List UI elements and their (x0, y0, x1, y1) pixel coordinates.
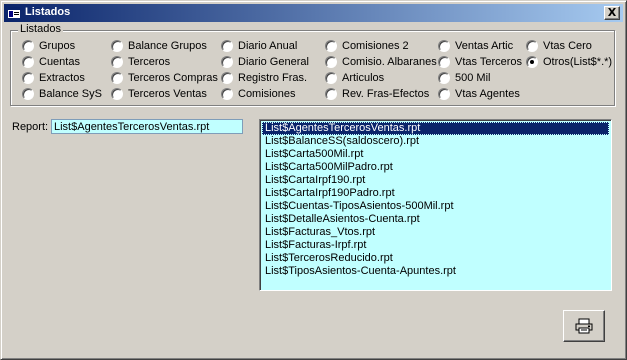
title-bar[interactable]: Listados X (4, 4, 623, 22)
radio-button-icon[interactable] (111, 72, 123, 84)
radio-option[interactable]: Diario General (221, 55, 309, 69)
radio-option-label: Terceros Ventas (128, 88, 207, 100)
radio-option[interactable]: Vtas Terceros (438, 55, 522, 69)
radio-option[interactable]: Terceros Compras (111, 71, 218, 85)
list-item[interactable]: List$Facturas-Irpf.rpt (262, 239, 609, 252)
radio-button-icon[interactable] (526, 40, 538, 52)
list-item[interactable]: List$Cuentas-TiposAsientos-500Mil.rpt (262, 200, 609, 213)
radio-button-icon[interactable] (111, 40, 123, 52)
printer-icon (575, 318, 593, 334)
report-file-list[interactable]: List$AgentesTercerosVentas.rpt List$Balan… (259, 119, 612, 291)
radio-option[interactable]: Rev. Fras-Efectos (325, 87, 429, 101)
radio-option-label: Vtas Terceros (455, 56, 523, 68)
radio-option-label: Balance Grupos (128, 40, 207, 52)
radio-option[interactable]: Balance SyS (22, 87, 102, 101)
radio-button-icon[interactable] (22, 56, 34, 68)
list-item[interactable]: List$CartaIrpf190Padro.rpt (262, 187, 609, 200)
radio-option[interactable]: Extractos (22, 71, 85, 85)
radio-button-icon[interactable] (438, 56, 450, 68)
list-item[interactable]: List$Facturas_Vtos.rpt (262, 226, 609, 239)
list-item[interactable]: List$TercerosReducido.rpt (262, 252, 609, 265)
window-title: Listados (25, 6, 71, 18)
list-item[interactable]: List$Carta500Mil.rpt (262, 148, 609, 161)
report-field[interactable]: List$AgentesTercerosVentas.rpt (51, 119, 243, 134)
list-item[interactable]: List$AgentesTercerosVentas.rpt (262, 122, 609, 135)
list-item[interactable]: List$Carta500MilPadro.rpt (262, 161, 609, 174)
radio-option-label: Vtas Agentes (455, 88, 520, 100)
radio-option-label: Comisio. Albaranes (342, 56, 437, 68)
radio-option[interactable]: Otros(List$*.*) (526, 55, 612, 69)
radio-option[interactable]: Terceros Ventas (111, 87, 207, 101)
radio-option-label: Rev. Fras-Efectos (342, 88, 430, 100)
list-item[interactable]: List$BalanceSS(saldoscero).rpt (262, 135, 609, 148)
radio-option[interactable]: Articulos (325, 71, 384, 85)
radio-option[interactable]: Cuentas (22, 55, 80, 69)
radio-option-label: Articulos (342, 72, 385, 84)
radio-option[interactable]: Ventas Artic (438, 39, 513, 53)
radio-button-icon[interactable] (221, 88, 233, 100)
radio-option-label: Terceros (128, 56, 171, 68)
radio-button-icon[interactable] (221, 40, 233, 52)
radio-option-label: Comisiones (238, 88, 296, 100)
radio-button-icon[interactable] (111, 88, 123, 100)
radio-button-icon[interactable] (438, 72, 450, 84)
radio-option[interactable]: Vtas Cero (526, 39, 592, 53)
radio-button-icon[interactable] (438, 88, 450, 100)
radio-option-label: 500 Mil (455, 72, 491, 84)
close-button[interactable]: X (604, 6, 620, 20)
radio-button-icon[interactable] (22, 72, 34, 84)
groupbox-label: Listados (18, 23, 63, 35)
radio-option-label: Diario General (238, 56, 309, 68)
list-item[interactable]: List$CartaIrpf190.rpt (262, 174, 609, 187)
radio-option-label: Balance SyS (39, 88, 102, 100)
list-item[interactable]: List$TiposAsientos-Cuenta-Apuntes.rpt (262, 265, 609, 278)
radio-button-icon[interactable] (325, 88, 337, 100)
radio-option[interactable]: Comisio. Albaranes (325, 55, 437, 69)
radio-button-icon[interactable] (325, 40, 337, 52)
app-icon (8, 7, 20, 18)
radio-button-icon[interactable] (22, 40, 34, 52)
radio-option[interactable]: Comisiones 2 (325, 39, 409, 53)
radio-option-label: Otros(List$*.*) (543, 56, 613, 68)
radio-button-icon[interactable] (526, 56, 538, 68)
report-label: Report: (12, 121, 49, 133)
radio-option-label: Ventas Artic (455, 40, 514, 52)
radio-option-label: Terceros Compras (128, 72, 218, 84)
radio-option[interactable]: Registro Fras. (221, 71, 307, 85)
radio-option[interactable]: Balance Grupos (111, 39, 207, 53)
radio-option[interactable]: 500 Mil (438, 71, 490, 85)
radio-option[interactable]: Comisiones (221, 87, 295, 101)
radio-option[interactable]: Terceros (111, 55, 170, 69)
radio-button-icon[interactable] (221, 56, 233, 68)
radio-option-label: Diario Anual (238, 40, 298, 52)
radio-button-icon[interactable] (22, 88, 34, 100)
radio-button-icon[interactable] (438, 40, 450, 52)
radio-option-label: Vtas Cero (543, 40, 592, 52)
radio-button-icon[interactable] (111, 56, 123, 68)
print-button[interactable] (563, 310, 605, 342)
radio-option-label: Registro Fras. (238, 72, 308, 84)
radio-button-icon[interactable] (325, 72, 337, 84)
radio-option-label: Grupos (39, 40, 76, 52)
list-item[interactable]: List$DetalleAsientos-Cuenta.rpt (262, 213, 609, 226)
radio-option-label: Extractos (39, 72, 85, 84)
radio-option[interactable]: Grupos (22, 39, 75, 53)
radio-option[interactable]: Vtas Agentes (438, 87, 520, 101)
radio-button-icon[interactable] (325, 56, 337, 68)
radio-button-icon[interactable] (221, 72, 233, 84)
radio-option-label: Comisiones 2 (342, 40, 409, 52)
radio-option[interactable]: Diario Anual (221, 39, 297, 53)
radio-option-label: Cuentas (39, 56, 80, 68)
